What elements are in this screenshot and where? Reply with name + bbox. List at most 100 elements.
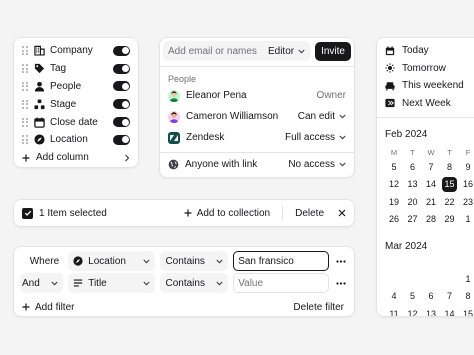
day-cell[interactable]: 5 bbox=[385, 158, 403, 176]
month-label: Mar 2024 bbox=[385, 240, 428, 252]
conjunction-select[interactable]: And bbox=[20, 273, 64, 293]
filter-operator-select[interactable]: Contains bbox=[160, 273, 229, 293]
globe-icon bbox=[168, 159, 179, 170]
day-cell[interactable]: 1 bbox=[459, 270, 474, 288]
column-toggle[interactable] bbox=[113, 45, 130, 56]
quick-option-label: Today bbox=[402, 45, 429, 57]
link-access-row: Anyone with link No access bbox=[160, 153, 354, 175]
add-column-button[interactable]: Add column bbox=[22, 149, 130, 167]
quick-option-tomorrow[interactable]: Tomorrow bbox=[385, 60, 474, 78]
day-cell[interactable]: 1 bbox=[459, 211, 474, 229]
day-cell[interactable]: 29 bbox=[441, 211, 459, 229]
column-toggle[interactable] bbox=[113, 81, 130, 92]
permission-select[interactable]: Can edit bbox=[298, 111, 346, 122]
column-row-company[interactable]: Company bbox=[22, 42, 130, 60]
field-label: Location bbox=[88, 255, 126, 267]
invite-button[interactable]: Invite bbox=[315, 41, 351, 61]
filter-field-select[interactable]: Location bbox=[68, 251, 156, 271]
day-cell[interactable]: 14 bbox=[441, 305, 459, 316]
column-toggle[interactable] bbox=[113, 99, 130, 110]
sofa-icon bbox=[385, 81, 395, 91]
drag-handle-icon[interactable] bbox=[22, 135, 28, 145]
column-row-people[interactable]: People bbox=[22, 78, 130, 96]
day-cell[interactable]: 13 bbox=[404, 176, 422, 194]
chevron-down-icon bbox=[339, 114, 346, 119]
day-cell[interactable]: 13 bbox=[422, 305, 440, 316]
day-cell[interactable]: 12 bbox=[385, 176, 403, 194]
column-row-location[interactable]: Location bbox=[22, 131, 130, 149]
day-cell[interactable]: 23 bbox=[459, 193, 474, 211]
day-cell-empty bbox=[422, 270, 440, 288]
avatar bbox=[168, 110, 180, 123]
day-cell-selected[interactable]: 15 bbox=[442, 176, 457, 192]
drag-handle-icon[interactable] bbox=[22, 46, 28, 56]
filter-value-input[interactable] bbox=[238, 255, 325, 267]
role-select[interactable]: Editor bbox=[268, 46, 305, 57]
day-cell[interactable]: 15 bbox=[459, 305, 474, 316]
filter-value-input[interactable] bbox=[238, 277, 325, 289]
day-cell[interactable]: 11 bbox=[385, 305, 403, 316]
quick-option-weekend[interactable]: This weekend bbox=[385, 77, 474, 95]
day-cell[interactable]: 28 bbox=[422, 211, 440, 229]
day-cell[interactable]: 14 bbox=[422, 176, 440, 194]
building-icon bbox=[33, 45, 45, 57]
column-toggle[interactable] bbox=[113, 117, 130, 128]
operator-label: Contains bbox=[165, 255, 205, 267]
day-cell[interactable]: 7 bbox=[422, 158, 440, 176]
day-cell[interactable]: 19 bbox=[385, 193, 403, 211]
day-cell[interactable]: 21 bbox=[422, 193, 440, 211]
more-icon[interactable] bbox=[334, 259, 348, 263]
day-cell[interactable]: 20 bbox=[404, 193, 422, 211]
quick-option-label: Next Week bbox=[402, 97, 451, 109]
day-cell[interactable]: 9 bbox=[459, 158, 474, 176]
day-cell[interactable]: 6 bbox=[422, 288, 440, 306]
person-icon bbox=[33, 80, 45, 92]
close-icon[interactable] bbox=[338, 209, 346, 217]
quick-option-next-week[interactable]: Next Week bbox=[385, 95, 474, 113]
column-toggle[interactable] bbox=[113, 134, 130, 145]
add-to-collection-button[interactable]: Add to collection bbox=[178, 208, 276, 219]
quick-option-today[interactable]: Today bbox=[385, 42, 474, 60]
day-cell[interactable]: 26 bbox=[385, 211, 403, 229]
day-cell[interactable]: 5 bbox=[404, 288, 422, 306]
day-cell[interactable]: 22 bbox=[441, 193, 459, 211]
plus-icon bbox=[22, 154, 30, 162]
filter-operator-select[interactable]: Contains bbox=[160, 251, 229, 271]
filter-footer: Add filter Delete filter bbox=[20, 296, 348, 318]
person-name: Zendesk bbox=[186, 132, 225, 143]
column-toggle[interactable] bbox=[113, 63, 130, 74]
day-cell[interactable]: 7 bbox=[441, 288, 459, 306]
more-icon[interactable] bbox=[334, 281, 348, 285]
filter-field-select[interactable]: Title bbox=[68, 273, 156, 293]
stage-icon bbox=[33, 98, 45, 110]
day-cell[interactable]: 4 bbox=[385, 288, 403, 306]
day-cell[interactable]: 16 bbox=[459, 176, 474, 194]
drag-handle-icon[interactable] bbox=[22, 99, 28, 109]
day-cell[interactable]: 8 bbox=[441, 158, 459, 176]
drag-handle-icon[interactable] bbox=[22, 117, 28, 127]
weekday-label: M bbox=[390, 147, 398, 157]
drag-handle-icon[interactable] bbox=[22, 81, 28, 91]
day-cell[interactable]: 6 bbox=[404, 158, 422, 176]
day-cell-empty bbox=[441, 270, 459, 288]
month-header: Feb 2024 bbox=[385, 126, 474, 142]
operator-label: Contains bbox=[165, 277, 205, 289]
day-cell[interactable]: 12 bbox=[404, 305, 422, 316]
column-row-close-date[interactable]: Close date bbox=[22, 113, 130, 131]
day-cell[interactable]: 27 bbox=[404, 211, 422, 229]
link-permission-select[interactable]: No access bbox=[288, 159, 346, 170]
divider bbox=[282, 206, 284, 220]
delete-button[interactable]: Delete bbox=[289, 208, 330, 219]
add-filter-button[interactable]: Add filter bbox=[22, 302, 74, 313]
email-field[interactable] bbox=[168, 45, 268, 57]
permission-select[interactable]: Full access bbox=[285, 132, 346, 143]
delete-filter-button[interactable]: Delete filter bbox=[293, 302, 344, 313]
column-row-tag[interactable]: Tag bbox=[22, 60, 130, 78]
column-label: Stage bbox=[50, 98, 77, 110]
column-row-stage[interactable]: Stage bbox=[22, 95, 130, 113]
drag-handle-icon[interactable] bbox=[22, 64, 28, 74]
day-cell[interactable]: 8 bbox=[459, 288, 474, 306]
select-checkbox[interactable] bbox=[22, 207, 33, 219]
field-label: Title bbox=[88, 277, 107, 289]
plus-icon bbox=[184, 209, 192, 217]
